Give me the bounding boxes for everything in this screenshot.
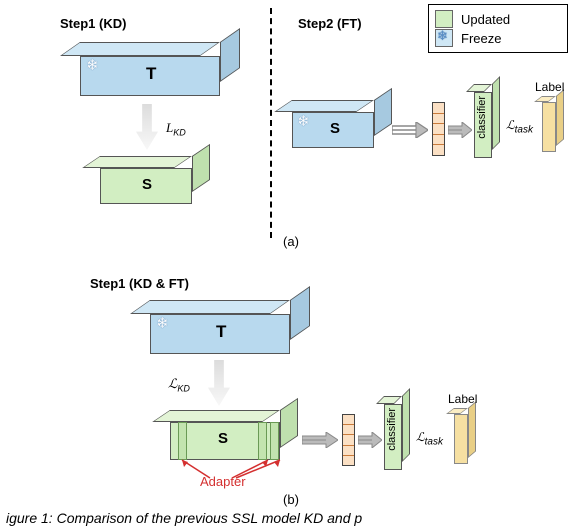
classifier-label-b: classifier: [386, 408, 398, 451]
figure-caption: igure 1: Comparison of the previous SSL …: [6, 510, 582, 526]
legend-swatch-freeze: ❄: [435, 29, 453, 47]
sublabel-b: (b): [0, 492, 582, 507]
kd-loss-a: LKD: [166, 120, 186, 138]
legend: Updated ❄ Freeze: [428, 4, 568, 53]
double-arrow-icon: [358, 432, 382, 448]
kd-loss-sym: ℒ: [168, 376, 177, 391]
label-text-b: Label: [448, 392, 477, 406]
label-slab-b: [454, 408, 476, 468]
feature-vector-b: [342, 414, 355, 466]
teacher-block-a: ❄ T: [80, 42, 240, 100]
legend-row-updated: Updated: [435, 10, 561, 28]
student-block-a2: ❄ S: [292, 100, 392, 152]
student-block-a: S: [100, 156, 210, 208]
step2-title: Step2 (FT): [298, 16, 362, 31]
task-loss-sym: ℒ: [416, 430, 425, 444]
classifier-a: classifier: [474, 84, 500, 160]
legend-label-freeze: Freeze: [461, 31, 501, 46]
snowflake-icon: ❄: [156, 314, 169, 332]
kd-arrow-b: [208, 360, 230, 406]
student-block-b: S: [170, 410, 300, 464]
teacher-block-b: ❄ T: [150, 300, 310, 358]
kd-loss-sub: KD: [173, 128, 186, 138]
double-arrow-icon: [302, 432, 338, 448]
legend-row-freeze: ❄ Freeze: [435, 29, 561, 47]
kd-loss-b: ℒKD: [168, 376, 190, 394]
adapter-label: Adapter: [200, 474, 246, 489]
snowflake-icon: ❄: [297, 112, 310, 130]
snowflake-icon: ❄: [437, 28, 448, 44]
task-loss-b: ℒtask: [416, 430, 443, 447]
classifier-b: classifier: [384, 396, 410, 472]
label-text-a: Label: [535, 80, 564, 94]
kd-arrow-a: [136, 104, 158, 150]
label-slab-a: [542, 96, 564, 156]
task-loss-sub: task: [425, 436, 443, 447]
feature-vector-a: [432, 102, 445, 156]
divider-dashed: [270, 8, 272, 238]
stepB-title: Step1 (KD & FT): [90, 276, 189, 291]
double-arrow-icon: [448, 122, 472, 138]
task-loss-sub: task: [515, 124, 533, 135]
task-loss-a: ℒtask: [506, 118, 533, 135]
double-arrow-icon: [392, 122, 428, 138]
task-loss-sym: ℒ: [506, 118, 515, 132]
legend-label-updated: Updated: [461, 12, 510, 27]
snowflake-icon: ❄: [86, 56, 99, 74]
legend-swatch-updated: [435, 10, 453, 28]
kd-loss-sub: KD: [177, 384, 190, 394]
step1-title: Step1 (KD): [60, 16, 126, 31]
sublabel-a: (a): [0, 234, 582, 249]
classifier-label-a: classifier: [476, 96, 488, 139]
